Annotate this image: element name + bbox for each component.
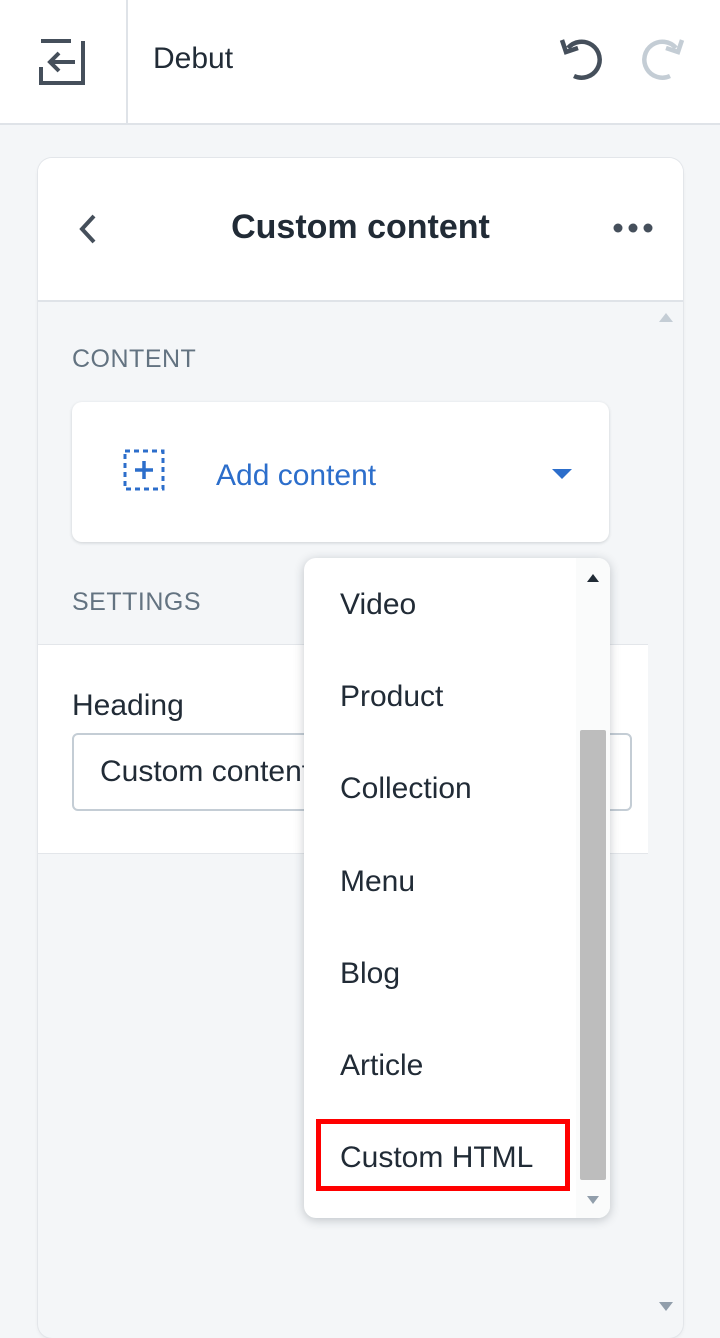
- panel-title: Custom content: [231, 208, 490, 246]
- undo-icon: [559, 39, 602, 80]
- more-horizontal-icon: [613, 223, 653, 233]
- content-section-label: CONTENT: [72, 345, 197, 373]
- dropdown-scroll-down-icon[interactable]: [585, 1194, 601, 1206]
- dropdown-item-blog[interactable]: Blog: [340, 957, 400, 991]
- dropdown-item-article[interactable]: Article: [340, 1049, 423, 1083]
- add-content-label: Add content: [216, 459, 377, 492]
- more-actions-button[interactable]: [608, 208, 658, 248]
- redo-button[interactable]: [632, 30, 692, 90]
- dropdown-scrollbar-thumb[interactable]: [580, 730, 606, 1180]
- panel-scroll-up-icon[interactable]: [656, 310, 676, 326]
- undo-button[interactable]: [552, 30, 612, 90]
- dropdown-item-video[interactable]: Video: [340, 588, 416, 622]
- theme-name: Debut: [153, 42, 234, 75]
- exit-icon: [39, 38, 85, 85]
- dropdown-item-product[interactable]: Product: [340, 680, 443, 714]
- panel-scroll-down-icon[interactable]: [656, 1298, 676, 1314]
- exit-button[interactable]: [0, 0, 128, 123]
- redo-icon: [642, 39, 685, 80]
- heading-field-label: Heading: [72, 689, 184, 722]
- caret-down-icon: [552, 469, 572, 479]
- panel-header: Custom content: [38, 158, 683, 302]
- settings-section-label: SETTINGS: [72, 588, 202, 616]
- dropdown-item-collection[interactable]: Collection: [340, 772, 472, 806]
- add-block-icon: [123, 449, 165, 491]
- dropdown-scroll-up-icon[interactable]: [585, 572, 601, 584]
- add-content-dropdown: Video Product Collection Menu Blog Artic…: [304, 558, 610, 1218]
- add-content-button[interactable]: Add content: [72, 402, 609, 542]
- dropdown-item-menu[interactable]: Menu: [340, 865, 415, 899]
- highlight-box: [316, 1119, 570, 1191]
